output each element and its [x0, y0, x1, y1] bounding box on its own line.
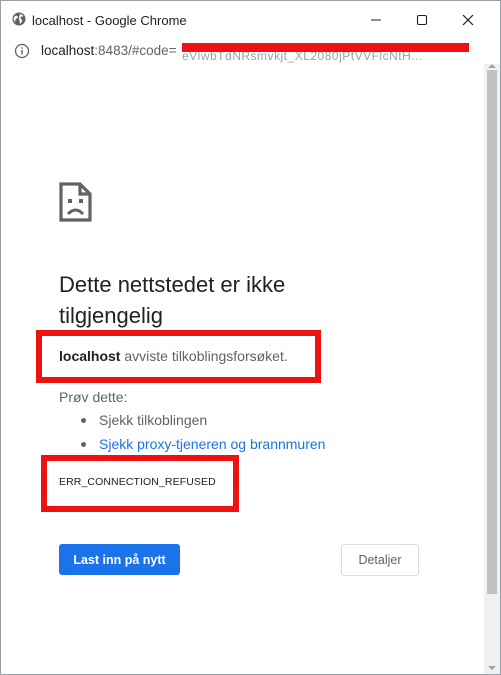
- maximize-button[interactable]: [399, 1, 445, 38]
- close-icon: [462, 14, 474, 26]
- browser-window: localhost - Google Chrome localhost:8483…: [0, 0, 501, 675]
- annotation-highlight-error-code: [41, 455, 239, 512]
- maximize-icon: [416, 14, 428, 26]
- url-host: localhost: [41, 43, 95, 58]
- scrollbar[interactable]: [484, 64, 500, 674]
- page-title: Dette nettstedet er ikke tilgjengelig: [59, 272, 286, 328]
- redaction-bar: [182, 43, 469, 52]
- annotation-highlight-message: [36, 330, 321, 383]
- suggestion-item: Sjekk tilkoblingen: [81, 412, 207, 428]
- window-title: localhost - Google Chrome: [32, 13, 187, 28]
- minimize-button[interactable]: [353, 1, 399, 38]
- suggestions-heading: Prøv dette:: [59, 389, 128, 405]
- close-button[interactable]: [445, 1, 491, 38]
- reload-button[interactable]: Last inn på nytt: [59, 544, 180, 575]
- scroll-down-arrow-icon[interactable]: [488, 666, 496, 670]
- scroll-up-arrow-icon[interactable]: [488, 64, 496, 68]
- page-content: Dette nettstedet er ikke tilgjengelig lo…: [1, 64, 484, 674]
- url-port-path: :8483/#code=: [94, 43, 177, 58]
- sad-page-icon: [59, 182, 92, 222]
- scrollbar-thumb[interactable]: [487, 70, 497, 594]
- details-button[interactable]: Detaljer: [341, 544, 419, 576]
- suggestion-link-proxy-firewall[interactable]: Sjekk proxy-tjeneren og brannmuren: [81, 436, 325, 452]
- info-icon[interactable]: [14, 43, 30, 59]
- minimize-icon: [371, 19, 381, 21]
- globe-icon: [12, 12, 26, 26]
- title-bar: localhost - Google Chrome: [1, 1, 500, 38]
